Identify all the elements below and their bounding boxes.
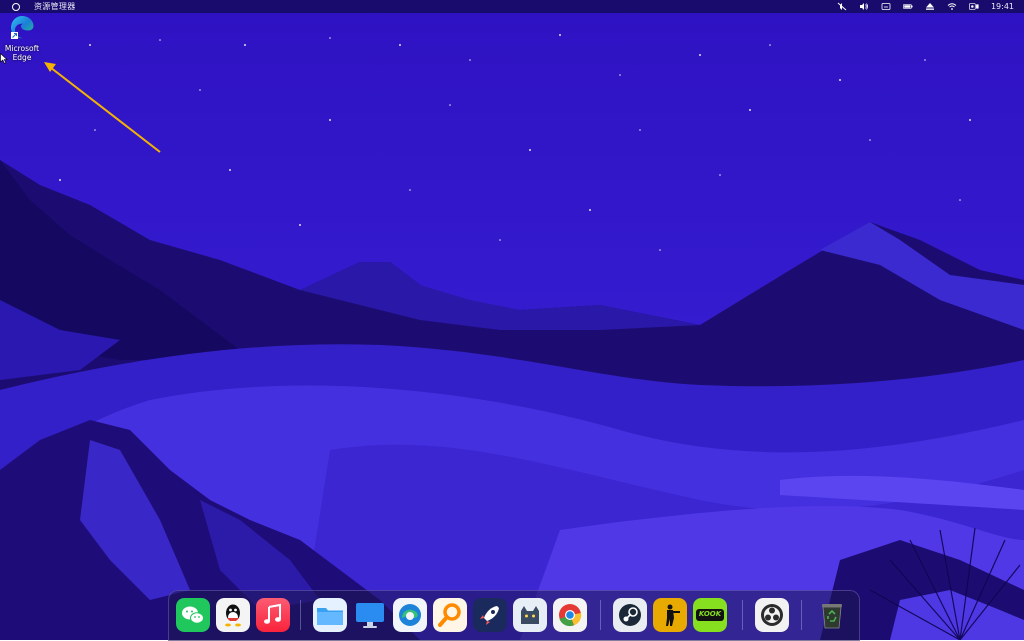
cast-icon[interactable] xyxy=(875,0,897,13)
dock-qq-icon[interactable] xyxy=(216,598,250,632)
dock-chrome-icon[interactable] xyxy=(553,598,587,632)
dock-recycle-bin-icon[interactable] xyxy=(815,598,849,632)
start-menu-icon[interactable] xyxy=(12,2,20,11)
dock: KOOK xyxy=(168,590,860,641)
dock-steam-icon[interactable] xyxy=(613,598,647,632)
wifi-icon[interactable] xyxy=(941,0,963,13)
active-app-name[interactable]: 资源管理器 xyxy=(34,1,76,12)
volume-icon[interactable] xyxy=(853,0,875,13)
mute-icon[interactable] xyxy=(831,0,853,13)
dock-files-icon[interactable] xyxy=(313,598,347,632)
edge-icon xyxy=(9,14,35,40)
desktop-icon-label-line1: Microsoft xyxy=(4,44,40,53)
dock-edge-icon[interactable] xyxy=(393,598,427,632)
top-menubar: 资源管理器 19:41 xyxy=(0,0,1024,13)
dock-obs-icon[interactable] xyxy=(755,598,789,632)
dock-separator xyxy=(300,600,301,630)
control-center-icon[interactable] xyxy=(963,0,985,13)
dock-music-icon[interactable] xyxy=(256,598,290,632)
dock-kook-label: KOOK xyxy=(698,610,722,618)
dock-cat-app-icon[interactable] xyxy=(513,598,547,632)
clock[interactable]: 19:41 xyxy=(991,2,1014,11)
eject-icon[interactable] xyxy=(919,0,941,13)
dock-separator xyxy=(801,600,802,630)
dock-wechat-icon[interactable] xyxy=(176,598,210,632)
desktop-icon-edge[interactable]: Microsoft Edge xyxy=(2,14,42,62)
dock-separator xyxy=(600,600,601,630)
dock-kook-icon[interactable]: KOOK xyxy=(693,598,727,632)
desktop-icon-label-line2: Edge xyxy=(12,53,32,62)
dock-counter-strike-icon[interactable] xyxy=(653,598,687,632)
system-tray: 19:41 xyxy=(831,0,1014,13)
battery-icon[interactable] xyxy=(897,0,919,13)
dock-search-icon[interactable] xyxy=(433,598,467,632)
mouse-cursor-icon xyxy=(0,53,8,64)
dock-separator xyxy=(742,600,743,630)
desktop-wallpaper xyxy=(0,0,1024,640)
dock-monitor-icon[interactable] xyxy=(353,598,387,632)
dock-rocket-icon[interactable] xyxy=(473,598,507,632)
